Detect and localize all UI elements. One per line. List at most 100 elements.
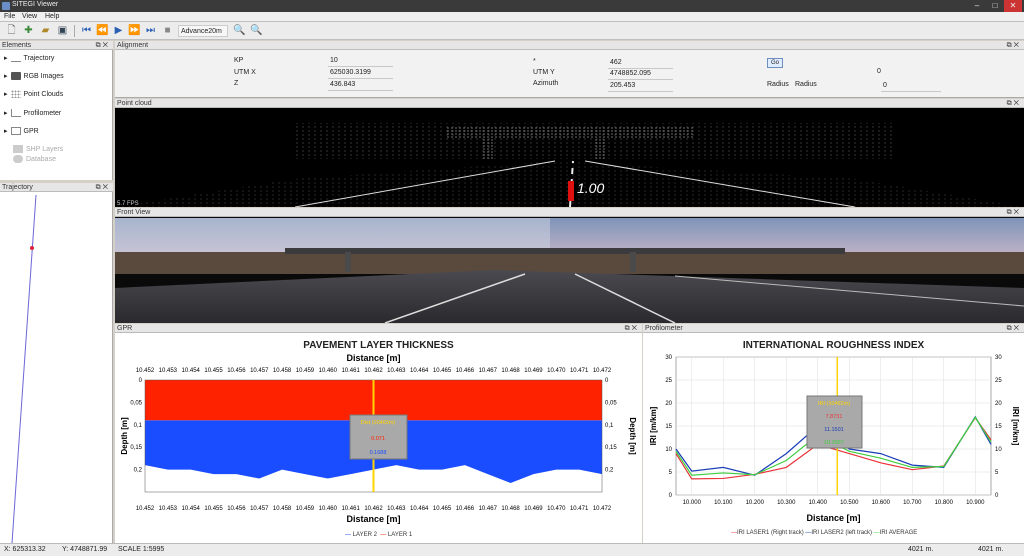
trajectory-title: Trajectory [2, 184, 33, 191]
panel-controls-icon[interactable]: ⧉✕ [1007, 324, 1021, 333]
gpr-ylabel-right: Depth [m] [628, 417, 637, 455]
camera-icon [10, 72, 21, 81]
tree-item-trajectory[interactable]: ▸ Trajectory [4, 54, 54, 63]
gpr-x-tick-top: 10.454 [182, 368, 201, 374]
iri-legend: —IRI LASER1 (Right track) —IRI LASER2 (l… [731, 530, 917, 536]
legend-layer1: LAYER 1 [387, 532, 413, 538]
pillar-points [483, 137, 495, 159]
gpr-x-tick-bottom: 10.453 [159, 506, 178, 512]
iri-y-tick-left: 15 [665, 424, 672, 430]
tree-label: RGB Images [23, 73, 64, 80]
zoom-out-icon[interactable]: 🔍 [250, 24, 263, 37]
iri-chart[interactable]: 10.000 10.100 10.200 10.300 10.400 10.500 10.6… [643, 352, 1024, 530]
legend-average: IRI AVERAGE [879, 530, 918, 536]
iri-x-tick: 10.900 [966, 500, 985, 506]
skip-last-icon[interactable]: ⏭ [144, 24, 157, 37]
minimize-icon[interactable]: – [968, 0, 986, 12]
current-position-marker [30, 246, 34, 250]
alignment-title: Alignment [117, 42, 149, 49]
fast-forward-icon[interactable]: ⏩ [128, 24, 141, 37]
gpr-x-tick-top: 10.462 [364, 368, 383, 374]
iri-xlabel: Distance [m] [806, 513, 860, 523]
profilometer-title: Profilometer [645, 325, 683, 332]
iri-tooltip-laser2: 11.1501 [824, 427, 843, 433]
gpr-x-tick-top: 10.453 [159, 368, 178, 374]
star-field[interactable]: 462 [608, 59, 673, 69]
tree-label: Profilometer [23, 110, 62, 117]
point-cloud-view[interactable]: 1.00 5.7 FPS [115, 109, 1024, 207]
gpr-y-tick-right: 0,1 [605, 423, 614, 429]
gpr-x-tick-bottom: 10.468 [501, 506, 520, 512]
profilometer-panel: Profilometer ⧉✕ INTERNATIONAL ROUGHNESS I… [643, 324, 1024, 543]
front-view-image[interactable] [115, 218, 1024, 323]
new-file-icon[interactable]: 🗋 [5, 24, 18, 37]
maximize-icon[interactable]: □ [986, 0, 1004, 12]
play-icon[interactable]: ▶ [112, 24, 125, 37]
overpass-deck [285, 248, 845, 254]
trajectory-header: Trajectory ⧉✕ [0, 183, 113, 192]
front-view-header: Front View ⧉✕ [115, 208, 1024, 217]
radius-top-field[interactable]: 0 [875, 68, 915, 78]
stop-icon[interactable]: ■ [161, 24, 174, 37]
status-distance: 4021 m. [908, 546, 934, 553]
layers-icon [13, 145, 23, 153]
gpr-x-tick-bottom: 10.452 [136, 506, 155, 512]
gpr-y-tick-right: 0,05 [605, 400, 617, 406]
open-folder-icon[interactable]: ▰ [39, 24, 52, 37]
panel-controls-icon[interactable]: ⧉✕ [1007, 99, 1021, 108]
gpr-header: GPR ⧉✕ [115, 324, 642, 333]
close-icon[interactable]: ✕ [1004, 0, 1022, 12]
iri-y-tick-left: 0 [669, 493, 673, 499]
status-bar: X: 625313.32 Y: 4748871.99 SCALE 1:5995 … [0, 543, 1024, 556]
iri-y-tick-left: 10 [665, 447, 672, 453]
panel-controls-icon[interactable]: ⧉✕ [96, 183, 110, 192]
app-icon [2, 2, 10, 10]
fps-readout: 5.7 FPS [117, 201, 139, 207]
radius-field[interactable]: 0 [881, 82, 941, 92]
panel-controls-icon[interactable]: ⧉✕ [1007, 41, 1021, 50]
gpr-x-tick-top: 10.455 [204, 368, 223, 374]
gpr-xlabel-bottom: Distance [m] [346, 514, 400, 524]
utmx-field[interactable]: 625030.3199 [328, 69, 393, 79]
tree-item-rgb-images[interactable]: ▸ RGB Images [4, 72, 64, 81]
advance-select[interactable]: Advance20m ▾ [178, 25, 228, 47]
gpr-chart[interactable]: Distance [m] Distance [m] Depth [m] Depth [… [115, 352, 642, 530]
z-label: Z [234, 80, 239, 87]
database-icon [13, 155, 23, 163]
tree-item-profilometer[interactable]: ▸ Profilometer [4, 109, 62, 118]
trajectory-map[interactable] [0, 193, 113, 543]
skip-first-icon[interactable]: ⏮ [80, 24, 93, 37]
iri-y-tick-left: 30 [665, 355, 672, 361]
overpass-points [445, 127, 695, 139]
tree-item-gpr[interactable]: ▸ GPR [4, 127, 39, 136]
rewind-icon[interactable]: ⏪ [96, 24, 109, 37]
menu-help[interactable]: Help [45, 13, 59, 20]
gpr-x-tick-bottom: 10.456 [227, 506, 246, 512]
pillar-points [595, 137, 605, 159]
iri-chart-title: INTERNATIONAL ROUGHNESS INDEX [742, 340, 925, 351]
gpr-title: GPR [117, 325, 133, 332]
go-button[interactable]: Go [767, 58, 783, 68]
z-field[interactable]: 436.843 [328, 81, 393, 91]
azimuth-field[interactable]: 205.453 [608, 82, 673, 92]
status-y: Y: 4748871.99 [62, 546, 108, 553]
panel-controls-icon[interactable]: ⧉✕ [96, 41, 110, 50]
zoom-in-icon[interactable]: 🔍 [233, 24, 246, 37]
menu-file[interactable]: File [4, 13, 15, 20]
save-icon[interactable]: ▣ [56, 24, 69, 37]
panel-controls-icon[interactable]: ⧉✕ [1007, 208, 1021, 217]
iri-x-tick: 10.300 [777, 500, 796, 506]
gpr-x-tick-bottom: 10.470 [547, 506, 566, 512]
gpr-y-tick-right: 0,2 [605, 468, 614, 474]
utmy-field[interactable]: 4748852.095 [608, 70, 673, 80]
trajectory-icon [10, 54, 21, 63]
front-view-title: Front View [117, 209, 151, 216]
iri-ylabel-left: IRI [m/km] [649, 406, 658, 445]
panel-controls-icon[interactable]: ⧉✕ [625, 324, 639, 333]
add-icon[interactable]: ✚ [22, 24, 35, 37]
tree-item-point-clouds[interactable]: ▸ Point Clouds [4, 90, 63, 99]
gpr-x-tick-top: 10.458 [273, 368, 292, 374]
kp-field[interactable]: 10 [328, 57, 393, 67]
menu-view[interactable]: View [22, 13, 37, 20]
road-surface [115, 270, 1024, 323]
